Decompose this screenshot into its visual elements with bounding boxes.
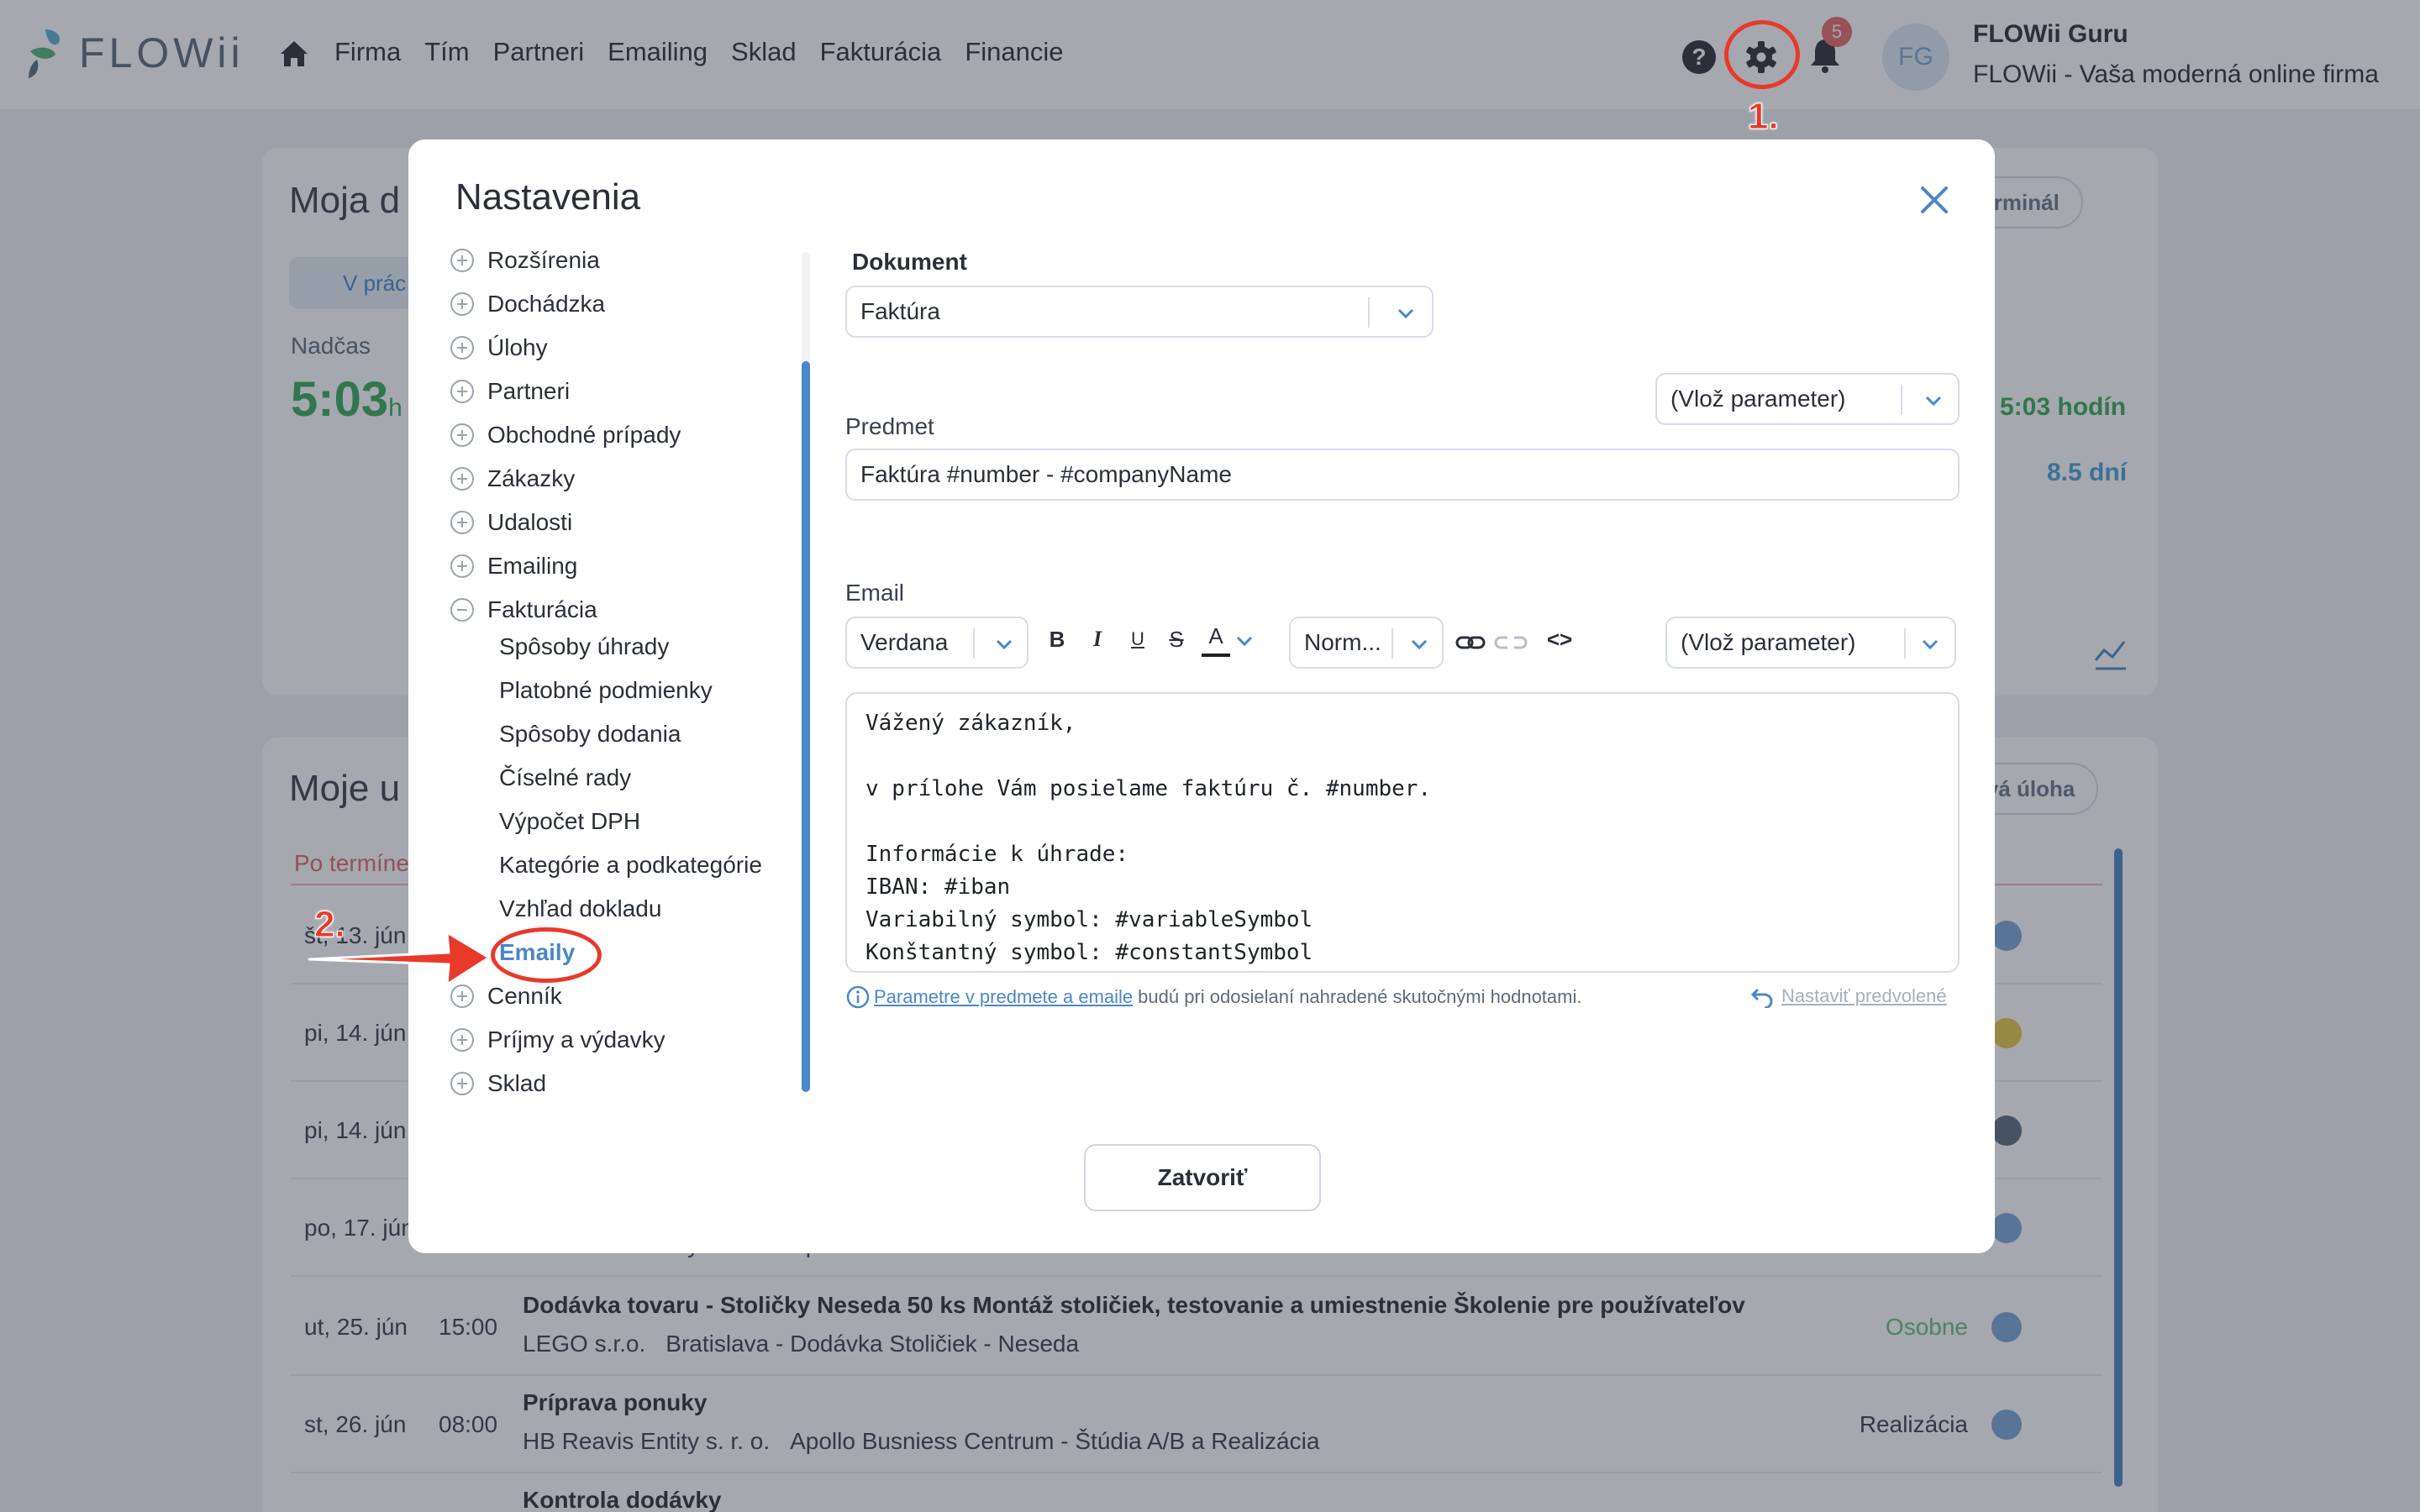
- chevron-down-icon[interactable]: [1395, 302, 1417, 324]
- chevron-down-icon[interactable]: [993, 633, 1015, 655]
- tree-item-label: Dochádzka: [487, 291, 606, 317]
- select-divider: [1901, 385, 1902, 415]
- chevron-down-icon[interactable]: [1919, 633, 1941, 655]
- tree-item-fakturacia[interactable]: Fakturácia: [450, 593, 597, 627]
- subject-insert-param-select[interactable]: (Vlož parameter): [1655, 373, 1960, 425]
- tree-item-label: Zákazky: [487, 465, 576, 491]
- unlink-icon[interactable]: [1494, 630, 1528, 655]
- settings-modal: Nastavenia Rozšírenia Dochádzka Úlohy Pa…: [408, 139, 1995, 1253]
- select-divider: [1392, 628, 1393, 659]
- code-view-button[interactable]: <>: [1544, 627, 1575, 653]
- tree-item-prijmy-a-vydavky[interactable]: Príjmy a výdavky: [450, 1023, 666, 1057]
- email-label: Email: [845, 580, 905, 606]
- tree-item-zakazky[interactable]: Zákazky: [450, 462, 575, 496]
- tree-subitem-ciselne-rady[interactable]: Číselné rady: [499, 761, 631, 795]
- email-body-editor[interactable]: Vážený zákazník, v prílohe Vám posielame…: [845, 692, 1960, 973]
- tree-item-sklad[interactable]: Sklad: [450, 1067, 546, 1100]
- font-size-value: Norm...: [1304, 629, 1381, 655]
- select-divider: [973, 628, 975, 659]
- document-label: Dokument: [852, 249, 967, 275]
- tree-item-label: Fakturácia: [487, 596, 597, 622]
- tree-item-ulohy[interactable]: Úlohy: [450, 331, 548, 365]
- tree-item-label: Úlohy: [487, 334, 548, 360]
- close-icon[interactable]: [1918, 183, 1951, 217]
- tree-item-udalosti[interactable]: Udalosti: [450, 506, 572, 539]
- expand-icon[interactable]: [450, 511, 474, 534]
- reset-defaults-label[interactable]: Nastaviť predvolené: [1781, 985, 1947, 1007]
- tree-item-label: Príjmy a výdavky: [487, 1026, 666, 1053]
- expand-icon[interactable]: [450, 380, 474, 403]
- hint-text: budú pri odosielaní nahradené skutočnými…: [1138, 986, 1582, 1007]
- expand-icon[interactable]: [450, 423, 474, 447]
- tree-item-label: Emailing: [487, 553, 578, 579]
- tree-item-emailing[interactable]: Emailing: [450, 549, 577, 583]
- select-divider: [1904, 628, 1906, 659]
- tree-item-dochadzka[interactable]: Dochádzka: [450, 287, 605, 321]
- tree-subitem-sposoby-uhrady[interactable]: Spôsoby úhrady: [499, 630, 669, 664]
- italic-button[interactable]: I: [1084, 627, 1111, 652]
- expand-icon[interactable]: [450, 292, 474, 316]
- reset-defaults[interactable]: Nastaviť predvolené: [1749, 984, 1947, 1008]
- email-insert-param-select[interactable]: (Vlož parameter): [1665, 617, 1956, 669]
- annotation-ring-gear: [1724, 20, 1800, 89]
- undo-icon[interactable]: [1749, 984, 1775, 1008]
- parameters-link[interactable]: Parametre v predmete a emaile: [874, 986, 1133, 1008]
- tree-subitem-platobne-podmienky[interactable]: Platobné podmienky: [499, 674, 713, 707]
- expand-icon[interactable]: [450, 336, 474, 360]
- strikethrough-button[interactable]: S: [1163, 627, 1190, 653]
- underline-button[interactable]: U: [1124, 628, 1151, 650]
- modal-title: Nastavenia: [455, 176, 641, 218]
- subject-label: Predmet: [845, 413, 934, 439]
- tree-item-rozsirenia[interactable]: Rozšírenia: [450, 244, 600, 277]
- collapse-icon[interactable]: [450, 598, 474, 622]
- annotation-step-1: 1.: [1748, 96, 1780, 138]
- tree-scrollbar-thumb[interactable]: [802, 361, 810, 1092]
- bold-button[interactable]: B: [1044, 627, 1071, 653]
- text-color-button[interactable]: A: [1202, 623, 1230, 657]
- info-icon: [846, 985, 870, 1009]
- close-button[interactable]: Zatvoriť: [1084, 1144, 1321, 1211]
- font-family-select[interactable]: Verdana: [845, 617, 1028, 669]
- document-select-value: Faktúra: [860, 298, 940, 324]
- subject-input[interactable]: Faktúra #number - #companyName: [845, 449, 1960, 501]
- expand-icon[interactable]: [450, 1072, 474, 1095]
- annotation-arrow-icon: [308, 931, 491, 986]
- tree-item-label: Rozšírenia: [487, 247, 600, 273]
- chevron-down-icon[interactable]: [1234, 630, 1255, 652]
- tree-subitem-vypocet-dph[interactable]: Výpočet DPH: [499, 805, 640, 838]
- tree-item-partneri[interactable]: Partneri: [450, 375, 570, 408]
- tree-item-label: Sklad: [487, 1070, 547, 1096]
- expand-icon[interactable]: [450, 554, 474, 578]
- font-size-select[interactable]: Norm...: [1289, 617, 1444, 669]
- chevron-down-icon[interactable]: [1923, 390, 1944, 412]
- font-family-value: Verdana: [860, 629, 949, 655]
- select-divider: [1368, 297, 1370, 328]
- insert-param-label: (Vlož parameter): [1670, 386, 1846, 412]
- expand-icon[interactable]: [450, 1028, 474, 1052]
- tree-subitem-kategorie[interactable]: Kategórie a podkategórie: [499, 848, 762, 882]
- tree-item-obchodne-pripady[interactable]: Obchodné prípady: [450, 418, 681, 452]
- expand-icon[interactable]: [450, 249, 474, 272]
- parameters-hint: Parametre v predmete a emaile budú pri o…: [845, 984, 1581, 1010]
- expand-icon[interactable]: [450, 984, 474, 1008]
- tree-item-label: Obchodné prípady: [487, 422, 681, 448]
- insert-param-label: (Vlož parameter): [1681, 629, 1856, 655]
- link-icon[interactable]: [1455, 630, 1486, 655]
- expand-icon[interactable]: [450, 467, 474, 491]
- tree-subitem-sposoby-dodania[interactable]: Spôsoby dodania: [499, 717, 681, 751]
- tree-item-label: Partneri: [487, 378, 571, 404]
- chevron-down-icon[interactable]: [1408, 633, 1430, 655]
- tree-item-label: Udalosti: [487, 509, 573, 535]
- document-select[interactable]: Faktúra: [845, 286, 1434, 338]
